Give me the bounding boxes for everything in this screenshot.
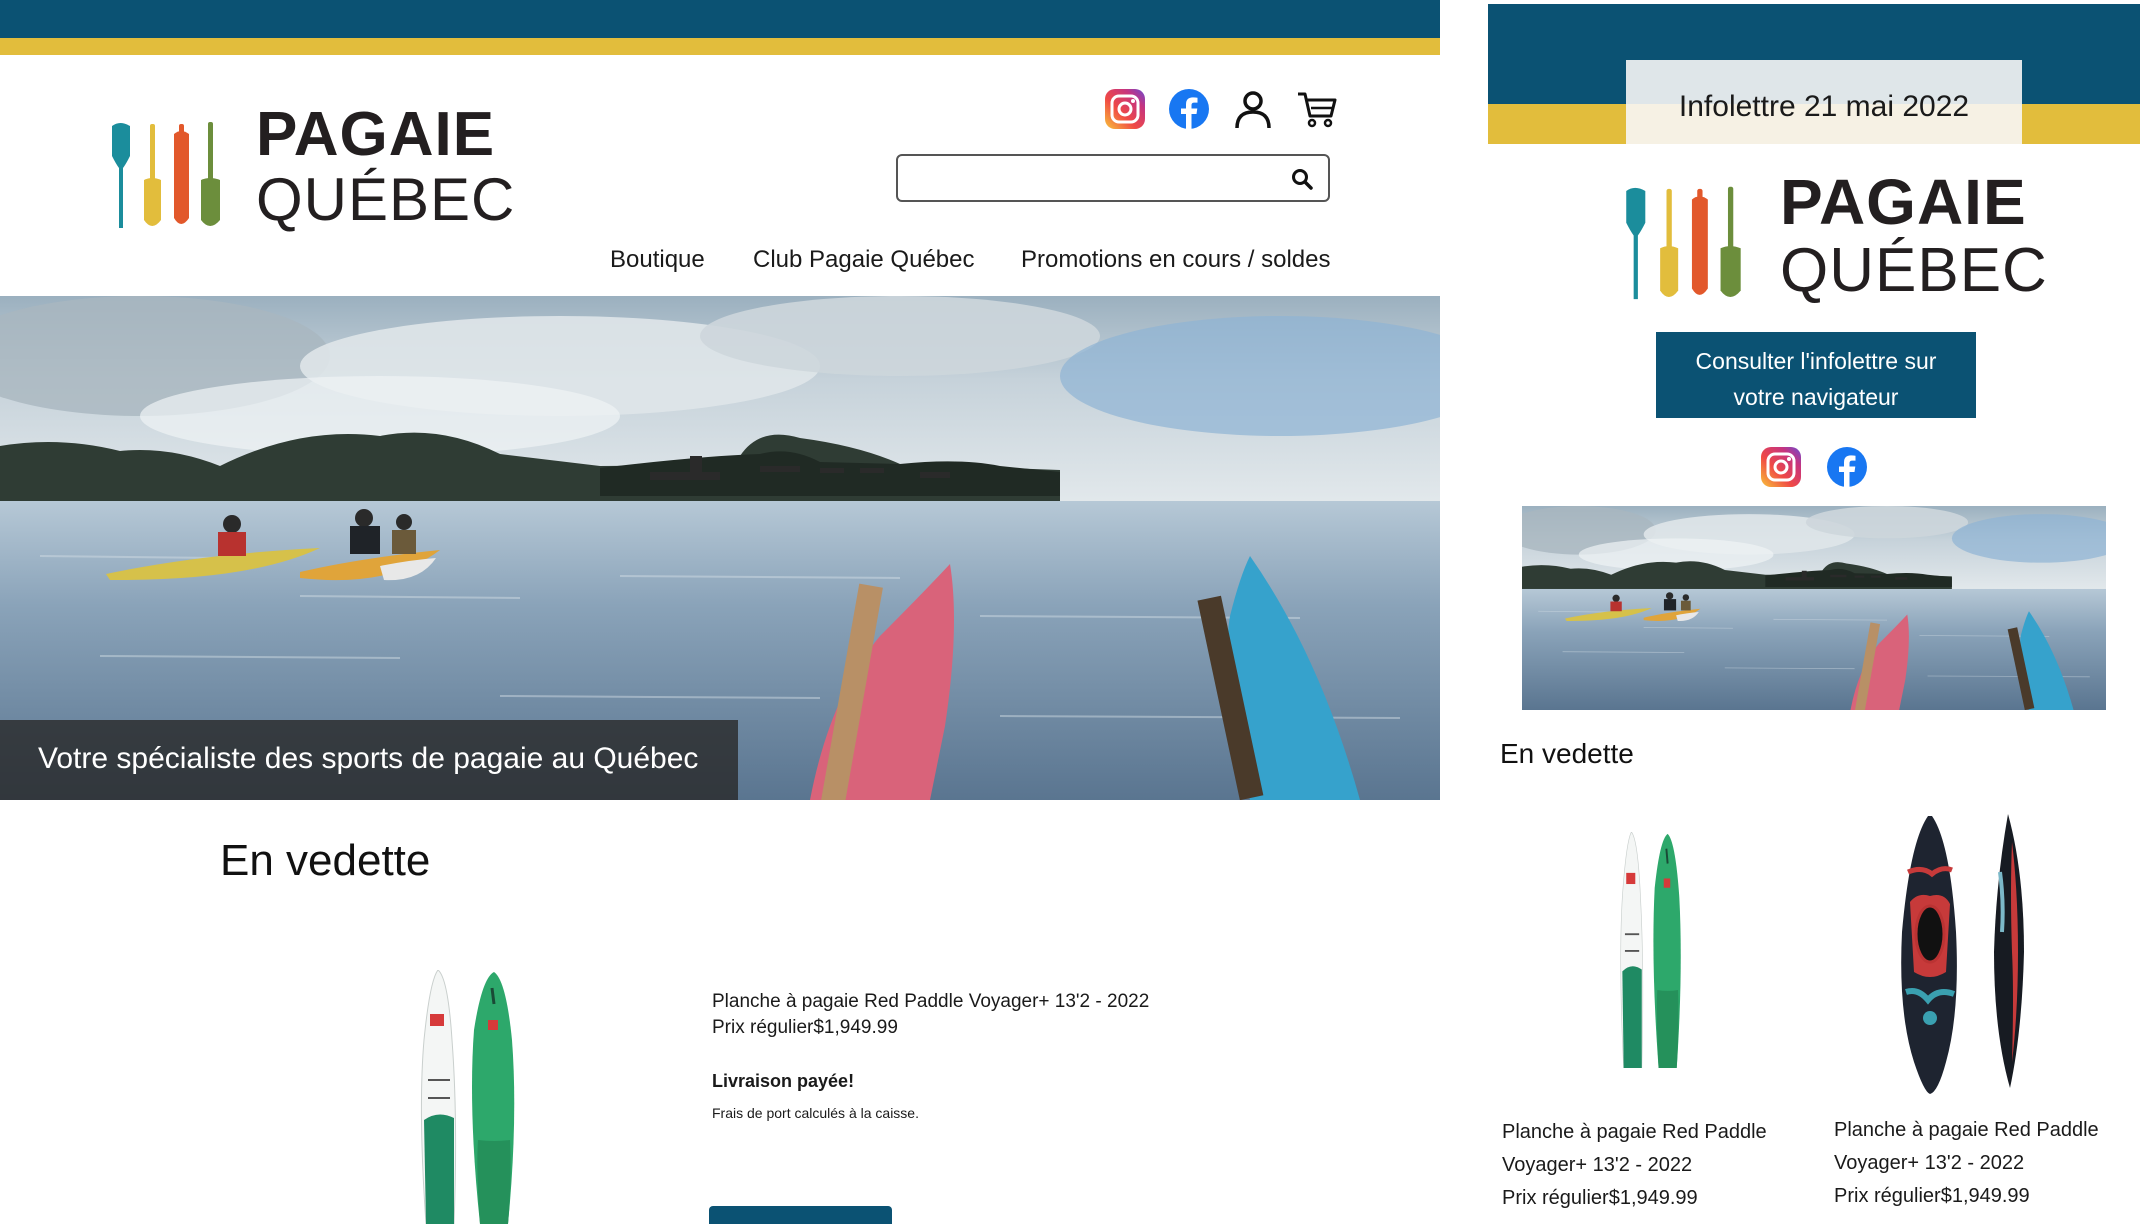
newsletter-featured-title: En vedette: [1500, 738, 1634, 769]
logo-line1: PAGAIE: [256, 100, 496, 169]
top-bar-blue: [0, 0, 1440, 38]
logo-wordmark: PAGAIE QUÉBEC: [256, 104, 515, 230]
instagram-icon[interactable]: [1760, 446, 1802, 488]
newsletter-date: Infolettre 21 mai 2022: [1678, 90, 1970, 123]
product-image-sup[interactable]: [1612, 832, 1700, 1068]
nav-boutique[interactable]: Boutique: [610, 246, 705, 274]
logo-line2: QUÉBEC: [256, 166, 516, 233]
header-icons: [1104, 88, 1338, 130]
account-icon[interactable]: [1232, 88, 1274, 130]
product-price: Prix régulier$1,949.99: [1502, 1187, 1698, 1209]
facebook-icon[interactable]: [1168, 88, 1210, 130]
shipping-title: Livraison payée!: [712, 1071, 855, 1091]
newsletter-mockup: Infolettre 21 mai 2022 PAGAIE QUÉBEC Con…: [1488, 0, 2140, 1224]
cart-icon[interactable]: [1296, 88, 1338, 130]
product-name-line2: Voyager+ 13'2 - 2022: [1502, 1154, 1693, 1176]
button-line1: Consulter l'infolettre sur: [1695, 348, 1937, 374]
search-input[interactable]: [908, 162, 1278, 194]
product-name-line1: Planche à pagaie Red Paddle: [1502, 1121, 1767, 1143]
button-line2: votre navigateur: [1733, 384, 1899, 410]
website-mockup: PAGAIE QUÉBEC Boutique Club Pagaie Québe…: [0, 0, 1440, 1224]
view-in-browser-button[interactable]: Consulter l'infolettre sur votre navigat…: [1656, 332, 1976, 418]
newsletter-social-icons: [1760, 446, 1868, 488]
logo-line2: QUÉBEC: [1780, 236, 2048, 305]
search-icon[interactable]: [1290, 167, 1314, 191]
newsletter-hero-image: [1522, 506, 2106, 710]
logo-line1: PAGAIE: [1780, 166, 2027, 238]
product-image[interactable]: [408, 970, 544, 1224]
product-price: Prix régulier$1,949.99: [1834, 1185, 2030, 1207]
product-name-line2: Voyager+ 13'2 - 2022: [1834, 1152, 2025, 1174]
hero-caption: Votre spécialiste des sports de pagaie a…: [0, 720, 738, 800]
nav-promotions[interactable]: Promotions en cours / soldes: [1021, 246, 1330, 274]
search-bar: [896, 154, 1330, 202]
facebook-icon[interactable]: [1826, 446, 1868, 488]
newsletter-logo[interactable]: PAGAIE QUÉBEC: [1622, 170, 2048, 304]
paddles-logo-icon: [108, 120, 242, 232]
logo-wordmark: PAGAIE QUÉBEC: [1780, 170, 2048, 302]
add-to-cart-button[interactable]: [709, 1206, 892, 1224]
featured-title: En vedette: [220, 836, 431, 885]
nav-club-pagaie-quebec[interactable]: Club Pagaie Québec: [753, 246, 974, 274]
paddles-logo-icon: [1622, 184, 1764, 304]
top-bar-yellow: [0, 38, 1440, 55]
product-name-line1: Planche à pagaie Red Paddle: [1834, 1119, 2099, 1141]
newsletter-product-1[interactable]: Planche à pagaie Red Paddle Voyager+ 13'…: [1502, 1116, 1767, 1215]
product-image-kayak[interactable]: [1888, 812, 2038, 1094]
shipping-note: Frais de port calculés à la caisse.: [712, 1105, 919, 1121]
newsletter-product-2[interactable]: Planche à pagaie Red Paddle Voyager+ 13'…: [1834, 1114, 2099, 1213]
site-logo[interactable]: PAGAIE QUÉBEC: [108, 104, 515, 232]
instagram-icon[interactable]: [1104, 88, 1146, 130]
product-price: Prix régulier$1,949.99: [712, 1017, 898, 1038]
newsletter-date-box: Infolettre 21 mai 2022: [1626, 60, 2022, 144]
product-name[interactable]: Planche à pagaie Red Paddle Voyager+ 13'…: [712, 988, 1149, 1015]
